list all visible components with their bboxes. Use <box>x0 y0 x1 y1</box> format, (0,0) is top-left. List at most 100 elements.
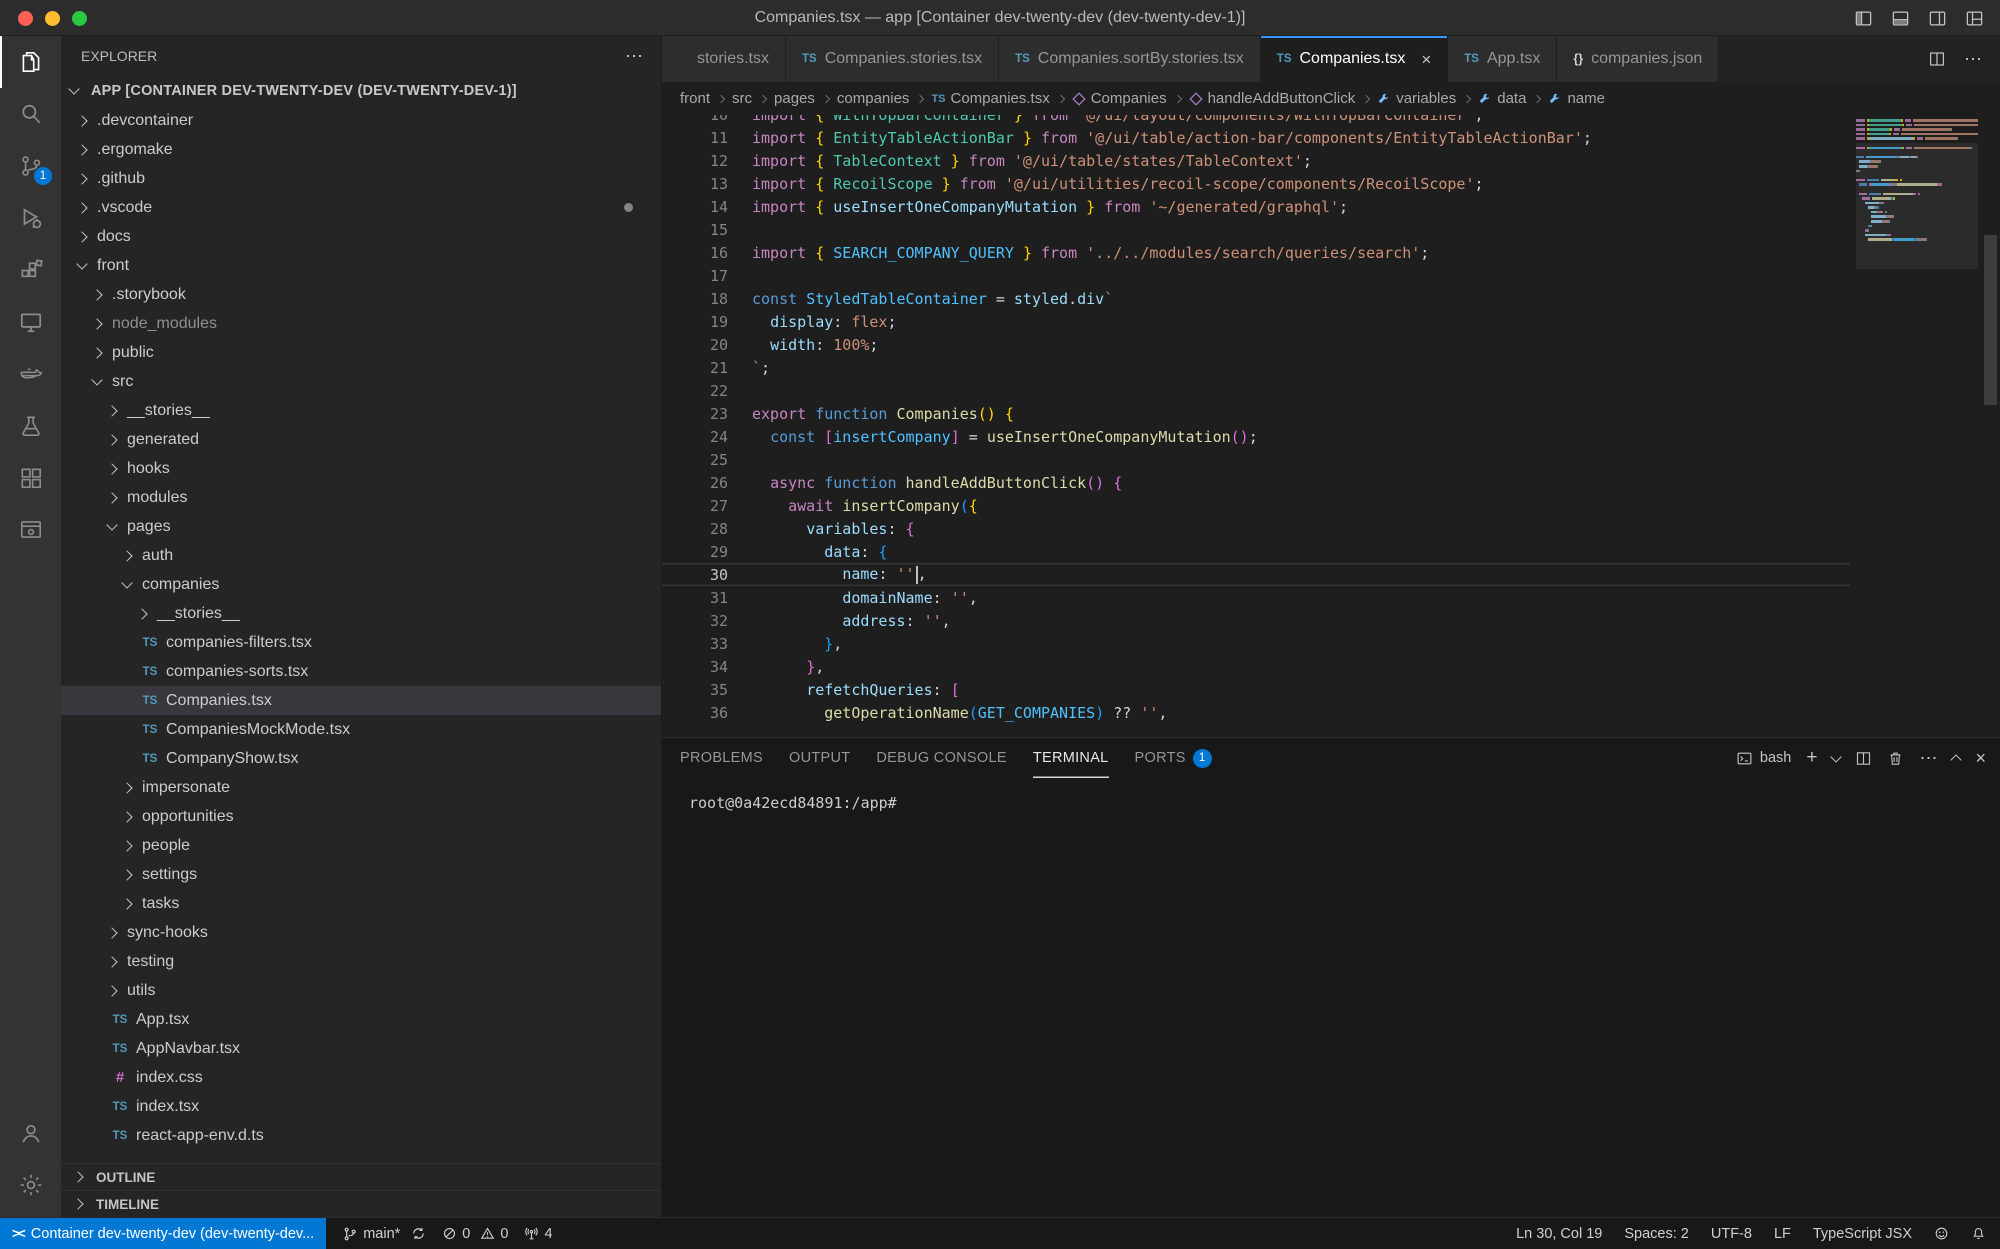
eol-status[interactable]: LF <box>1774 1226 1791 1242</box>
remote-explorer-icon[interactable] <box>0 296 61 348</box>
breadcrumb-item-name[interactable]: name <box>1548 90 1605 107</box>
tree-folder-hooks[interactable]: hooks <box>61 454 661 483</box>
split-editor-icon[interactable] <box>1928 50 1946 68</box>
code-line-12[interactable]: 12import { TableContext } from '@/ui/tab… <box>662 149 1850 172</box>
breadcrumb-item-data[interactable]: data <box>1478 90 1526 107</box>
terminal-dropdown-chevron-icon[interactable] <box>1832 753 1840 763</box>
code-line-22[interactable]: 22 <box>662 379 1850 402</box>
tree-folder-public[interactable]: public <box>61 338 661 367</box>
tree-file-index.css[interactable]: #index.css <box>61 1063 661 1092</box>
minimize-window-button[interactable] <box>45 11 60 26</box>
panel-tab-ports[interactable]: PORTS1 <box>1135 738 1212 778</box>
tree-folder-auth[interactable]: auth <box>61 541 661 570</box>
code-line-23[interactable]: 23export function Companies() { <box>662 402 1850 425</box>
code-line-21[interactable]: 21`; <box>662 356 1850 379</box>
account-icon[interactable] <box>0 1107 61 1159</box>
tree-folder-.devcontainer[interactable]: .devcontainer <box>61 106 661 135</box>
breadcrumb-item-companies[interactable]: companies <box>837 90 910 107</box>
tree-folder-node_modules[interactable]: node_modules <box>61 309 661 338</box>
code-line-26[interactable]: 26 async function handleAddButtonClick()… <box>662 471 1850 494</box>
breadcrumb-item-handleAddButtonClick[interactable]: handleAddButtonClick <box>1189 90 1356 107</box>
tree-folder-sync-hooks[interactable]: sync-hooks <box>61 918 661 947</box>
code-line-30[interactable]: 30 name: '', <box>662 563 1850 586</box>
split-terminal-icon[interactable] <box>1855 750 1872 767</box>
forwarded-ports-status[interactable]: 4 <box>524 1226 552 1242</box>
feedback-icon[interactable] <box>1934 1226 1949 1241</box>
breadcrumb-item-Companies[interactable]: Companies <box>1072 90 1167 107</box>
tree-folder-tasks[interactable]: tasks <box>61 889 661 918</box>
problems-status[interactable]: 0 0 <box>442 1226 508 1242</box>
extensions-icon[interactable] <box>0 244 61 296</box>
tree-folder-companies[interactable]: companies <box>61 570 661 599</box>
minimap[interactable] <box>1856 119 1978 379</box>
breadcrumb-item-pages[interactable]: pages <box>774 90 815 107</box>
code-line-31[interactable]: 31 domainName: '', <box>662 586 1850 609</box>
testing-beaker-icon[interactable] <box>0 400 61 452</box>
tree-folder-settings[interactable]: settings <box>61 860 661 889</box>
breadcrumb-item-front[interactable]: front <box>680 90 710 107</box>
tree-folder-opportunities[interactable]: opportunities <box>61 802 661 831</box>
code-line-24[interactable]: 24 const [insertCompany] = useInsertOneC… <box>662 425 1850 448</box>
panel-tab-terminal[interactable]: TERMINAL <box>1033 738 1109 778</box>
run-debug-icon[interactable] <box>0 192 61 244</box>
remote-indicator[interactable]: >< Container dev-twenty-dev (dev-twenty-… <box>0 1218 326 1249</box>
code-line-11[interactable]: 11import { EntityTableActionBar } from '… <box>662 126 1850 149</box>
panel-tab-debug-console[interactable]: DEBUG CONSOLE <box>876 738 1006 778</box>
cursor-position-status[interactable]: Ln 30, Col 19 <box>1516 1226 1602 1242</box>
customize-layout-icon[interactable] <box>1965 9 1984 28</box>
source-control-icon[interactable]: 1 <box>0 140 61 192</box>
maximize-window-button[interactable] <box>72 11 87 26</box>
search-icon[interactable] <box>0 88 61 140</box>
tree-folder-.github[interactable]: .github <box>61 164 661 193</box>
tree-folder-__stories__[interactable]: __stories__ <box>61 599 661 628</box>
editor-tab-Companies.stories.tsx[interactable]: TSCompanies.stories.tsx <box>786 36 999 82</box>
code-editor[interactable]: 10import { WithTopBarContainer } from '@… <box>662 115 2000 737</box>
breadcrumb-item-Companies.tsx[interactable]: TSCompanies.tsx <box>931 90 1049 107</box>
tree-folder-testing[interactable]: testing <box>61 947 661 976</box>
timeline-section-header[interactable]: TIMELINE <box>61 1190 661 1217</box>
code-line-27[interactable]: 27 await insertCompany({ <box>662 494 1850 517</box>
indentation-status[interactable]: Spaces: 2 <box>1624 1226 1689 1242</box>
toggle-panel-icon[interactable] <box>1891 9 1910 28</box>
code-line-35[interactable]: 35 refetchQueries: [ <box>662 678 1850 701</box>
tree-file-CompanyShow.tsx[interactable]: TSCompanyShow.tsx <box>61 744 661 773</box>
tree-file-CompaniesMockMode.tsx[interactable]: TSCompaniesMockMode.tsx <box>61 715 661 744</box>
tree-folder-generated[interactable]: generated <box>61 425 661 454</box>
code-line-16[interactable]: 16import { SEARCH_COMPANY_QUERY } from '… <box>662 241 1850 264</box>
editor-scrollbar[interactable] <box>1984 235 1997 405</box>
live-preview-icon[interactable] <box>0 504 61 556</box>
tree-folder-people[interactable]: people <box>61 831 661 860</box>
outline-section-header[interactable]: OUTLINE <box>61 1163 661 1190</box>
panel-more-actions-icon[interactable]: ⋯ <box>1919 748 1937 769</box>
editor-tab-Companies.sortBy.stories.tsx[interactable]: TSCompanies.sortBy.stories.tsx <box>999 36 1261 82</box>
code-line-33[interactable]: 33 }, <box>662 632 1850 655</box>
editor-more-actions-icon[interactable]: ⋯ <box>1964 49 1982 70</box>
breadcrumb-item-src[interactable]: src <box>732 90 752 107</box>
toggle-primary-sidebar-icon[interactable] <box>1854 9 1873 28</box>
editor-tab-stories.tsx[interactable]: stories.tsx <box>662 36 786 82</box>
panel-tab-problems[interactable]: PROBLEMS <box>680 738 763 778</box>
code-line-18[interactable]: 18const StyledTableContainer = styled.di… <box>662 287 1850 310</box>
editor-tab-companies.json[interactable]: {}companies.json <box>1557 36 1719 82</box>
language-mode-status[interactable]: TypeScript JSX <box>1813 1226 1912 1242</box>
tree-folder-impersonate[interactable]: impersonate <box>61 773 661 802</box>
tree-folder-front[interactable]: front <box>61 251 661 280</box>
code-line-32[interactable]: 32 address: '', <box>662 609 1850 632</box>
code-line-36[interactable]: 36 getOperationName(GET_COMPANIES) ?? ''… <box>662 701 1850 724</box>
tree-folder-utils[interactable]: utils <box>61 976 661 1005</box>
explorer-section-header[interactable]: APP [CONTAINER DEV-TWENTY-DEV (DEV-TWENT… <box>61 76 661 106</box>
explorer-icon[interactable] <box>0 36 61 88</box>
encoding-status[interactable]: UTF-8 <box>1711 1226 1752 1242</box>
kill-terminal-icon[interactable] <box>1887 750 1904 767</box>
tree-file-Companies.tsx[interactable]: TSCompanies.tsx <box>61 686 661 715</box>
tree-folder-src[interactable]: src <box>61 367 661 396</box>
editor-tab-App.tsx[interactable]: TSApp.tsx <box>1448 36 1557 82</box>
git-branch-status[interactable]: main* <box>342 1226 426 1242</box>
tree-file-react-app-env.d.ts[interactable]: TSreact-app-env.d.ts <box>61 1121 661 1150</box>
sync-icon[interactable] <box>411 1226 426 1241</box>
grid-view-icon[interactable] <box>0 452 61 504</box>
tree-file-index.tsx[interactable]: TSindex.tsx <box>61 1092 661 1121</box>
close-window-button[interactable] <box>18 11 33 26</box>
tree-file-AppNavbar.tsx[interactable]: TSAppNavbar.tsx <box>61 1034 661 1063</box>
explorer-more-actions-icon[interactable]: ⋯ <box>625 46 643 67</box>
